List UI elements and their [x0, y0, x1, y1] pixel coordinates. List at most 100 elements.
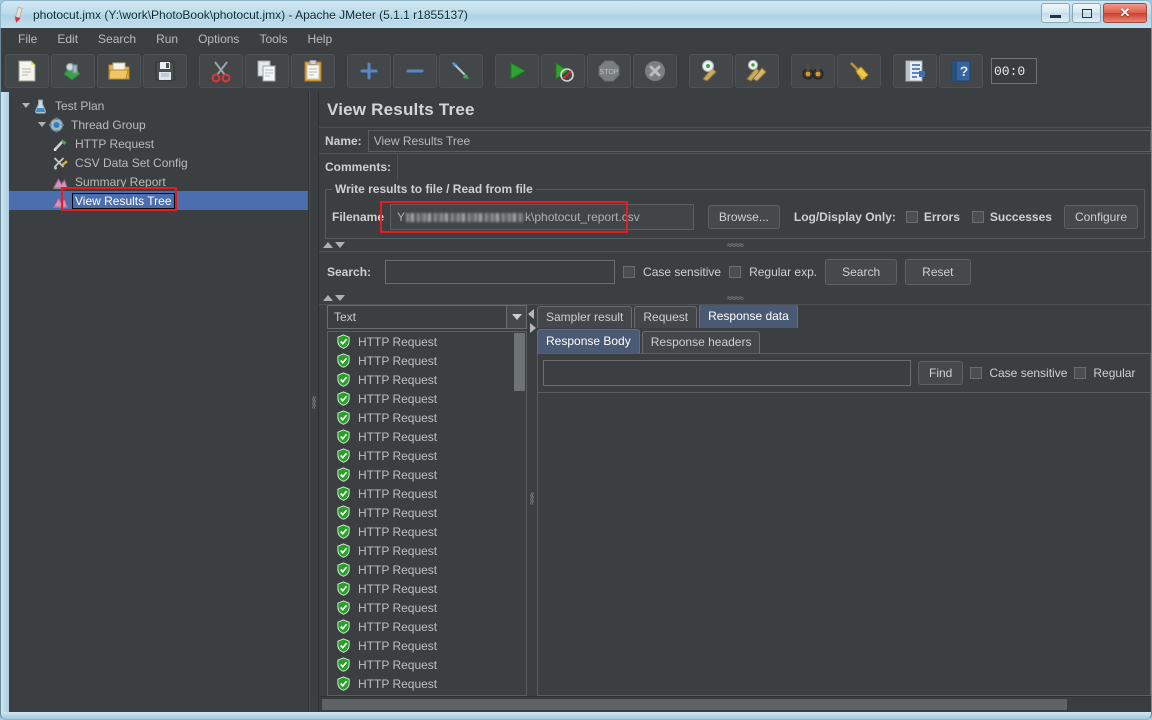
results-scrollbar[interactable] [514, 333, 525, 694]
tab-request[interactable]: Request [634, 306, 698, 328]
renderer-combo[interactable]: Text [327, 305, 527, 329]
list-item[interactable]: HTTP Request [328, 655, 526, 674]
tree-node-thread-group[interactable]: Thread Group [9, 115, 308, 134]
list-item[interactable]: HTTP Request [328, 484, 526, 503]
list-item[interactable]: HTTP Request [328, 427, 526, 446]
search-regexp-checkbox[interactable] [729, 266, 742, 278]
list-item[interactable]: HTTP Request [328, 332, 526, 351]
reset-broom-icon[interactable] [837, 54, 881, 88]
tree-node-view-results-tree[interactable]: View Results Tree [9, 191, 308, 210]
list-item[interactable]: HTTP Request [328, 560, 526, 579]
save-floppy-icon[interactable] [143, 54, 187, 88]
list-item[interactable]: HTTP Request [328, 446, 526, 465]
minimize-button[interactable] [1041, 3, 1070, 23]
list-item[interactable]: HTTP Request [328, 579, 526, 598]
clear-icon[interactable] [689, 54, 733, 88]
successes-checkbox[interactable] [971, 211, 984, 223]
reset-button[interactable]: Reset [905, 259, 971, 285]
copy-pages-icon[interactable] [245, 54, 289, 88]
configure-button[interactable]: Configure [1063, 205, 1138, 229]
menu-file[interactable]: File [9, 30, 46, 48]
list-item[interactable]: HTTP Request [328, 351, 526, 370]
maximize-button[interactable] [1072, 3, 1101, 23]
list-item[interactable]: HTTP Request [328, 408, 526, 427]
tree-node-summary-report[interactable]: Summary Report [9, 172, 308, 191]
start-play-icon[interactable] [495, 54, 539, 88]
name-input[interactable]: View Results Tree [367, 129, 1151, 152]
collapse-down-icon[interactable] [335, 242, 345, 248]
list-item[interactable]: HTTP Request [328, 522, 526, 541]
tree-node-csv-data-set-config[interactable]: CSV Data Set Config [9, 153, 308, 172]
collapse-down-icon[interactable] [335, 295, 345, 301]
tree-node-http-request[interactable]: HTTP Request [9, 134, 308, 153]
search-button[interactable]: Search [825, 259, 898, 285]
menu-options[interactable]: Options [189, 30, 248, 48]
search-binoculars-icon[interactable] [791, 54, 835, 88]
templates-icon[interactable] [51, 54, 95, 88]
menu-run[interactable]: Run [147, 30, 187, 48]
search-input[interactable] [385, 260, 616, 284]
collapse-bar-top[interactable]: ≈≈≈≈ [319, 239, 1151, 252]
collapse-bar-bottom[interactable]: ≈≈≈≈ [319, 292, 1151, 305]
new-document-icon[interactable] [5, 54, 49, 88]
find-input[interactable] [543, 360, 911, 386]
list-item[interactable]: HTTP Request [328, 636, 526, 655]
cut-scissors-icon[interactable] [199, 54, 243, 88]
results-list[interactable]: HTTP Request HTTP Request HTTP Request H… [327, 331, 527, 696]
function-helper-icon[interactable] [893, 54, 937, 88]
list-item[interactable]: HTTP Request [328, 370, 526, 389]
paste-clipboard-icon[interactable] [291, 54, 335, 88]
menu-search[interactable]: Search [89, 30, 145, 48]
plus-expand-icon[interactable] [347, 54, 391, 88]
success-shield-icon [337, 429, 350, 444]
success-shield-icon [337, 334, 350, 349]
collapse-right-icon[interactable] [530, 323, 536, 333]
list-item[interactable]: HTTP Request [328, 541, 526, 560]
start-no-timers-icon[interactable] [541, 54, 585, 88]
tab-response-headers[interactable]: Response headers [641, 331, 761, 353]
tab-response-body[interactable]: Response Body [537, 329, 640, 353]
scrollbar-thumb[interactable] [322, 699, 1067, 710]
results-detail-splitter[interactable]: ≈≈≈ [527, 305, 537, 696]
menu-help[interactable]: Help [298, 30, 341, 48]
collapse-left-icon[interactable] [528, 309, 534, 319]
browse-button[interactable]: Browse... [707, 205, 780, 229]
filename-input[interactable]: Yk\photocut_report.csv [390, 204, 694, 230]
tab-response-data[interactable]: Response data [699, 305, 798, 328]
scrollbar-thumb[interactable] [514, 333, 525, 391]
menu-edit[interactable]: Edit [48, 30, 87, 48]
horizontal-scrollbar[interactable] [319, 696, 1151, 712]
test-plan-tree[interactable]: Test Plan Thread Group HTTP Request CSV … [9, 92, 309, 712]
open-folder-icon[interactable] [97, 54, 141, 88]
chevron-down-icon[interactable] [506, 306, 526, 328]
success-shield-icon [337, 448, 350, 463]
menu-tools[interactable]: Tools [250, 30, 296, 48]
list-item[interactable]: HTTP Request [328, 465, 526, 484]
list-item[interactable]: HTTP Request [328, 503, 526, 522]
expand-toggle-icon[interactable] [35, 122, 48, 127]
minus-collapse-icon[interactable] [393, 54, 437, 88]
main-splitter[interactable]: ≈≈≈ [309, 92, 319, 712]
help-book-icon[interactable]: ? [939, 54, 983, 88]
results-split: Text HTTP Request HTTP Request HTTP Requ… [319, 305, 1151, 696]
list-item[interactable]: HTTP Request [328, 617, 526, 636]
search-case-sensitive-checkbox[interactable] [623, 266, 636, 278]
list-item[interactable]: HTTP Request [328, 389, 526, 408]
toggle-icon[interactable] [439, 54, 483, 88]
list-item[interactable]: HTTP Request [328, 598, 526, 617]
close-button[interactable]: ✕ [1103, 3, 1147, 23]
tree-node-test-plan[interactable]: Test Plan [9, 96, 308, 115]
expand-toggle-icon[interactable] [19, 103, 32, 108]
find-button[interactable]: Find [918, 361, 964, 385]
comments-input[interactable] [397, 153, 1151, 180]
response-body-text[interactable] [538, 393, 1150, 695]
collapse-up-icon[interactable] [323, 295, 333, 301]
list-item-label: HTTP Request [358, 543, 438, 558]
find-regexp-checkbox[interactable] [1074, 367, 1087, 379]
find-case-sensitive-checkbox[interactable] [970, 367, 983, 379]
tab-sampler-result[interactable]: Sampler result [537, 306, 633, 328]
list-item[interactable]: HTTP Request [328, 674, 526, 693]
errors-checkbox[interactable] [905, 211, 918, 223]
collapse-up-icon[interactable] [323, 242, 333, 248]
clear-all-icon[interactable] [735, 54, 779, 88]
